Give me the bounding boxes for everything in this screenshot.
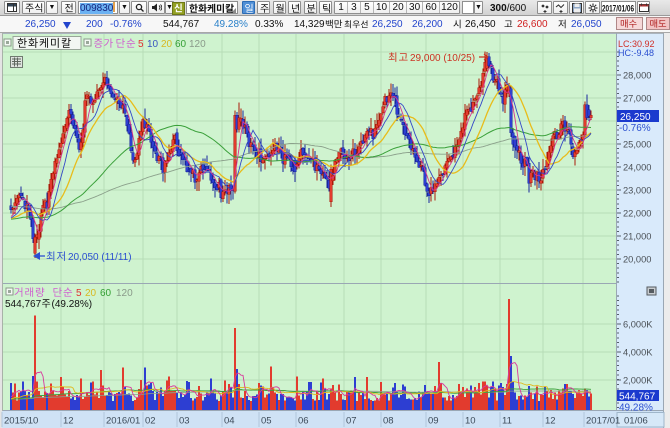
svg-text:-0.76%: -0.76% — [619, 123, 651, 134]
svg-text:2017/01: 2017/01 — [586, 416, 620, 427]
svg-text:28,000: 28,000 — [623, 71, 651, 81]
svg-text:24,000: 24,000 — [623, 163, 651, 173]
svg-text:5: 5 — [138, 39, 144, 50]
svg-text:11: 11 — [502, 416, 512, 427]
svg-text:60: 60 — [100, 288, 112, 299]
svg-text:12: 12 — [63, 416, 74, 427]
svg-text:08: 08 — [383, 416, 394, 427]
svg-text:25,000: 25,000 — [623, 140, 651, 150]
svg-text:2015/10: 2015/10 — [4, 416, 38, 427]
svg-text:6,000K: 6,000K — [623, 320, 653, 330]
svg-text:29,000 (10/25): 29,000 (10/25) — [410, 53, 475, 64]
svg-text:07: 07 — [346, 416, 357, 427]
svg-text:20: 20 — [85, 288, 97, 299]
svg-text:2016/01: 2016/01 — [106, 416, 140, 427]
svg-text:5: 5 — [76, 288, 82, 299]
svg-text:49.28%: 49.28% — [619, 403, 653, 414]
svg-text:10: 10 — [465, 416, 476, 427]
svg-text:23,000: 23,000 — [623, 186, 651, 196]
svg-text:HC:-9.48: HC:-9.48 — [618, 48, 654, 58]
svg-text:06: 06 — [298, 416, 309, 427]
svg-text:120: 120 — [189, 39, 206, 50]
svg-text:20,050 (11/11): 20,050 (11/11) — [68, 252, 132, 263]
svg-text:22,000: 22,000 — [623, 209, 651, 219]
svg-text:4,000K: 4,000K — [623, 348, 653, 358]
svg-text:2,000K: 2,000K — [623, 376, 653, 386]
svg-text:09: 09 — [428, 416, 439, 427]
svg-text:04: 04 — [224, 416, 235, 427]
svg-text:03: 03 — [179, 416, 190, 427]
svg-text:60: 60 — [175, 39, 187, 50]
svg-text:01/06: 01/06 — [624, 416, 648, 427]
svg-text:20: 20 — [161, 39, 173, 50]
svg-text:27,000: 27,000 — [623, 94, 651, 104]
svg-text:26,250: 26,250 — [620, 112, 651, 123]
svg-text:544,767: 544,767 — [619, 392, 656, 403]
svg-text:10: 10 — [147, 39, 159, 50]
svg-text:12: 12 — [545, 416, 556, 427]
svg-text:20,000: 20,000 — [623, 255, 651, 265]
svg-text:(49.28%): (49.28%) — [52, 299, 93, 310]
svg-text:120: 120 — [116, 288, 133, 299]
svg-text:21,000: 21,000 — [623, 232, 651, 242]
svg-text:02: 02 — [145, 416, 156, 427]
svg-text:05: 05 — [261, 416, 272, 427]
svg-text:544,767: 544,767 — [5, 299, 42, 310]
